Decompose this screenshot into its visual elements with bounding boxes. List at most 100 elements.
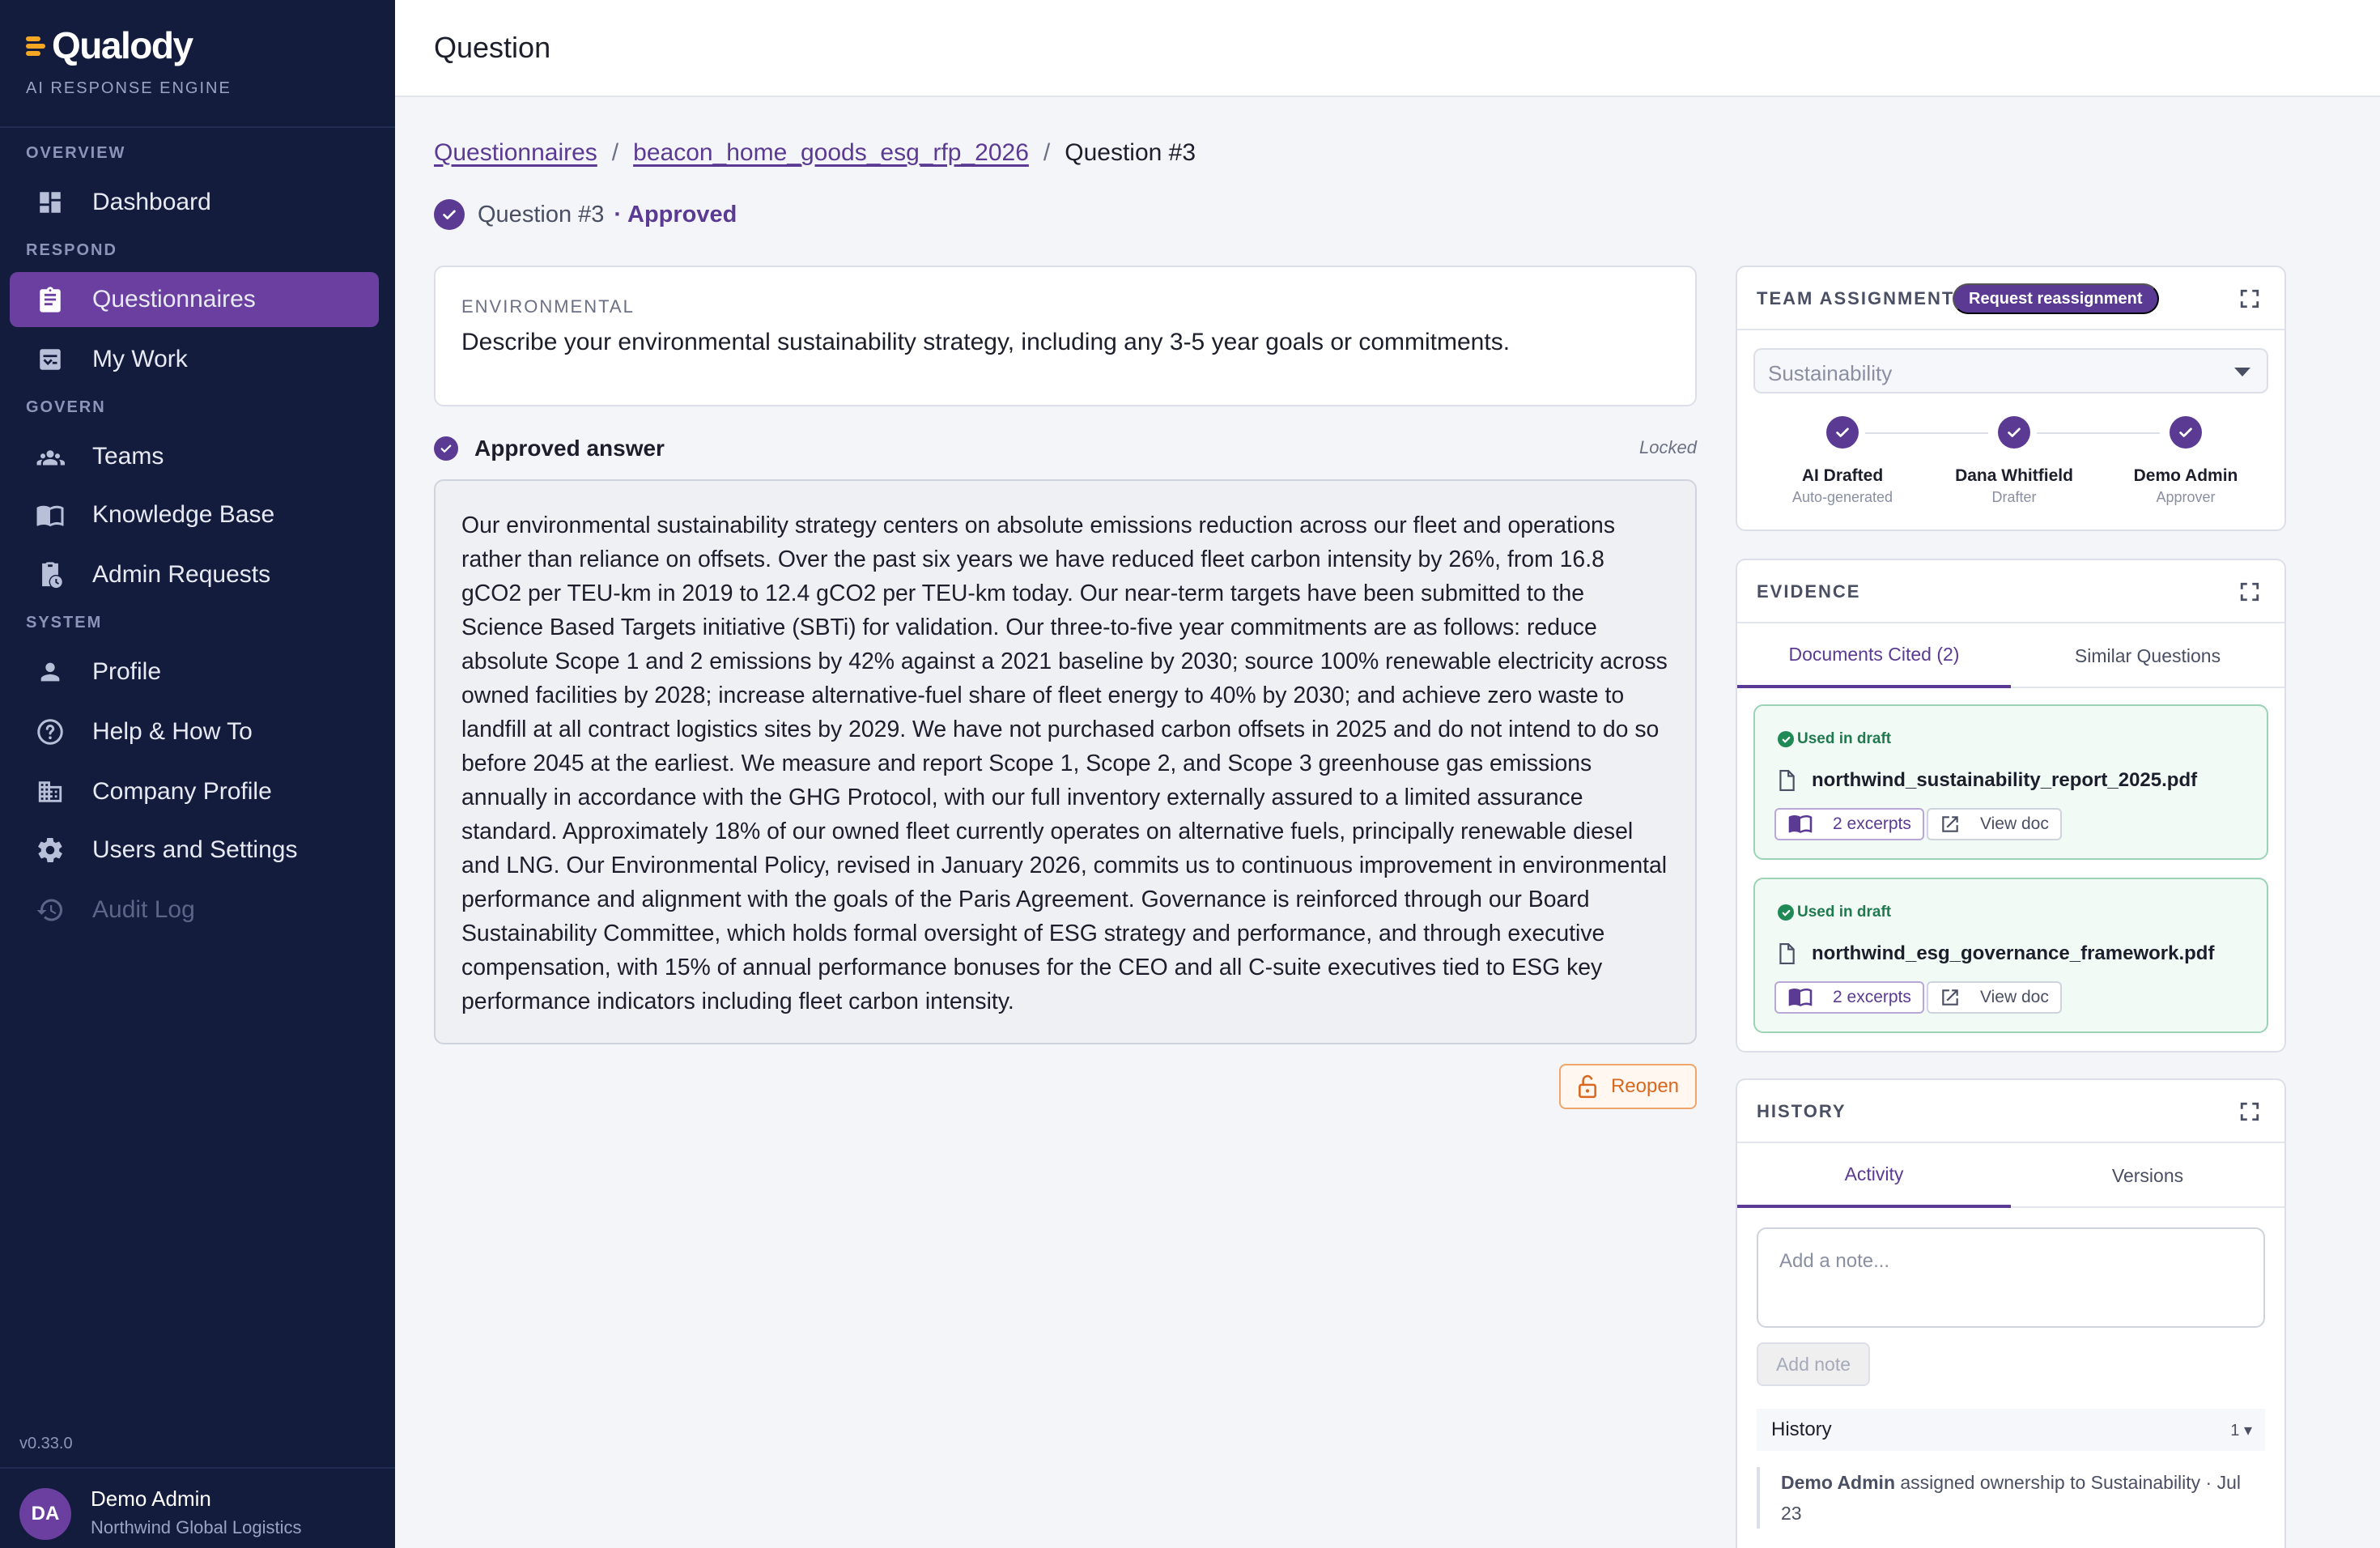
question-text: Describe your environmental sustainabili… bbox=[461, 329, 1511, 355]
dashboard-icon bbox=[36, 188, 65, 217]
brand-subtitle: AI RESPONSE ENGINE bbox=[26, 79, 232, 97]
user-menu[interactable]: DA Demo Admin Northwind Global Logistics bbox=[0, 1467, 395, 1548]
user-org: Northwind Global Logistics bbox=[91, 1517, 302, 1537]
sidebar-item-label: Users and Settings bbox=[92, 836, 298, 863]
sidebar-item-questionnaires[interactable]: Questionnaires bbox=[10, 272, 379, 327]
sidebar-item-admin-requests[interactable]: Admin Requests bbox=[10, 547, 379, 602]
document-name[interactable]: northwind_sustainability_report_2025.pdf bbox=[1778, 769, 2197, 792]
step-role: Approver bbox=[2156, 489, 2216, 505]
top-bar: Question bbox=[395, 0, 2380, 97]
breadcrumb-questionnaire[interactable]: beacon_home_goods_esg_rfp_2026 bbox=[633, 139, 1029, 167]
breadcrumb-separator: / bbox=[611, 139, 619, 166]
sidebar: Qualody AI RESPONSE ENGINE OVERVIEW Dash… bbox=[0, 0, 395, 1548]
clipboard-clock-icon bbox=[36, 560, 65, 589]
sidebar-item-profile[interactable]: Profile bbox=[10, 644, 379, 700]
request-reassignment-button[interactable]: Request reassignment bbox=[1953, 283, 2159, 314]
view-doc-label: View doc bbox=[1980, 814, 2049, 833]
sidebar-item-label: Questionnaires bbox=[92, 286, 256, 313]
check-icon bbox=[1998, 416, 2030, 449]
book-icon bbox=[36, 500, 65, 529]
help-icon bbox=[36, 717, 65, 746]
team-select[interactable]: Sustainability bbox=[1753, 348, 2268, 393]
section-label-govern: GOVERN bbox=[26, 398, 106, 416]
excerpts-label: 2 excerpts bbox=[1833, 814, 1911, 833]
tab-activity[interactable]: Activity bbox=[1737, 1143, 2011, 1208]
sidebar-item-teams[interactable]: Teams bbox=[10, 429, 379, 484]
view-doc-button[interactable]: View doc bbox=[1927, 981, 2062, 1014]
panel-title: HISTORY bbox=[1757, 1101, 1847, 1121]
document-filename: northwind_esg_governance_framework.pdf bbox=[1812, 942, 2215, 964]
clipboard-icon bbox=[36, 285, 65, 314]
user-name: Demo Admin bbox=[91, 1486, 211, 1511]
tab-documents-cited[interactable]: Documents Cited (2) bbox=[1737, 623, 2011, 688]
avatar: DA bbox=[19, 1488, 71, 1540]
answer-title: Approved answer bbox=[474, 436, 665, 461]
sidebar-item-label: Knowledge Base bbox=[92, 501, 275, 528]
panel-title: EVIDENCE bbox=[1757, 581, 1861, 602]
add-note-button[interactable]: Add note bbox=[1757, 1342, 1870, 1386]
answer-header: Approved answer Locked bbox=[434, 432, 1697, 465]
history-tabs: Activity Versions bbox=[1737, 1143, 2284, 1208]
view-doc-button[interactable]: View doc bbox=[1927, 808, 2062, 840]
panel-header: TEAM ASSIGNMENT Request reassignment bbox=[1737, 267, 2284, 330]
checklist-icon bbox=[36, 345, 65, 374]
note-input[interactable]: Add a note... bbox=[1757, 1227, 2265, 1328]
question-card: ENVIRONMENTAL Describe your environmenta… bbox=[434, 266, 1697, 406]
sidebar-item-company-profile[interactable]: Company Profile bbox=[10, 764, 379, 819]
unlock-icon bbox=[1579, 1074, 1596, 1099]
badge-label: Used in draft bbox=[1797, 730, 1892, 747]
sidebar-item-dashboard[interactable]: Dashboard bbox=[10, 175, 379, 230]
cited-document-card: Used in draft northwind_sustainability_r… bbox=[1753, 704, 2268, 860]
sidebar-item-knowledge-base[interactable]: Knowledge Base bbox=[10, 487, 379, 542]
expand-icon[interactable] bbox=[2239, 581, 2260, 602]
excerpts-button[interactable]: 2 excerpts bbox=[1774, 808, 1924, 840]
external-link-icon bbox=[1942, 816, 1958, 832]
tab-similar-questions[interactable]: Similar Questions bbox=[2011, 623, 2284, 688]
gear-icon bbox=[36, 836, 65, 865]
expand-icon[interactable] bbox=[2239, 1101, 2260, 1122]
tab-versions[interactable]: Versions bbox=[2011, 1143, 2284, 1208]
sidebar-item-help[interactable]: Help & How To bbox=[10, 704, 379, 759]
sidebar-item-label: Dashboard bbox=[92, 189, 211, 215]
sidebar-item-users-settings[interactable]: Users and Settings bbox=[10, 823, 379, 878]
step-name: AI Drafted bbox=[1801, 466, 1884, 485]
history-list-label: History bbox=[1771, 1418, 1832, 1440]
app-version: v0.33.0 bbox=[19, 1435, 73, 1452]
note-placeholder: Add a note... bbox=[1779, 1250, 1890, 1272]
team-assignment-panel: TEAM ASSIGNMENT Request reassignment Sus… bbox=[1736, 266, 2286, 531]
reopen-button[interactable]: Reopen bbox=[1559, 1064, 1697, 1109]
check-icon bbox=[2170, 416, 2202, 449]
sidebar-item-label: Audit Log bbox=[92, 896, 195, 923]
locked-label: Locked bbox=[1639, 437, 1697, 457]
badge-label: Used in draft bbox=[1797, 904, 1892, 921]
sidebar-item-label: Admin Requests bbox=[92, 561, 271, 588]
reopen-label: Reopen bbox=[1610, 1075, 1680, 1097]
logo-mark-icon bbox=[26, 32, 50, 59]
sidebar-divider bbox=[0, 126, 395, 128]
section-label-overview: OVERVIEW bbox=[26, 144, 126, 162]
external-link-icon bbox=[1942, 989, 1958, 1006]
breadcrumb-questionnaires[interactable]: Questionnaires bbox=[434, 139, 597, 167]
step-name: Demo Admin bbox=[2133, 466, 2238, 485]
approved-check-icon bbox=[434, 199, 465, 230]
brand-logo[interactable]: Qualody bbox=[26, 23, 193, 68]
panel-title: TEAM ASSIGNMENT bbox=[1757, 288, 1955, 308]
brand-name: Qualody bbox=[52, 24, 193, 66]
breadcrumb-separator: / bbox=[1043, 139, 1051, 166]
expand-icon[interactable] bbox=[2239, 288, 2260, 309]
file-icon bbox=[1779, 943, 1795, 964]
sidebar-item-label: Teams bbox=[92, 443, 164, 470]
sidebar-item-label: My Work bbox=[92, 346, 188, 372]
team-icon bbox=[36, 442, 65, 471]
sidebar-item-my-work[interactable]: My Work bbox=[10, 332, 379, 387]
excerpts-button[interactable]: 2 excerpts bbox=[1774, 981, 1924, 1014]
document-name[interactable]: northwind_esg_governance_framework.pdf bbox=[1778, 942, 2214, 965]
sidebar-item-label: Company Profile bbox=[92, 778, 272, 805]
excerpts-label: 2 excerpts bbox=[1833, 988, 1911, 1006]
history-actor: Demo Admin bbox=[1781, 1472, 1895, 1493]
check-icon bbox=[1826, 416, 1859, 449]
breadcrumb: Questionnaires / beacon_home_goods_esg_r… bbox=[434, 139, 1196, 167]
chevron-down-icon bbox=[2234, 368, 2250, 376]
status-badge: · Approved bbox=[614, 201, 737, 228]
history-list-header[interactable]: History 1 ▾ bbox=[1757, 1409, 2265, 1451]
